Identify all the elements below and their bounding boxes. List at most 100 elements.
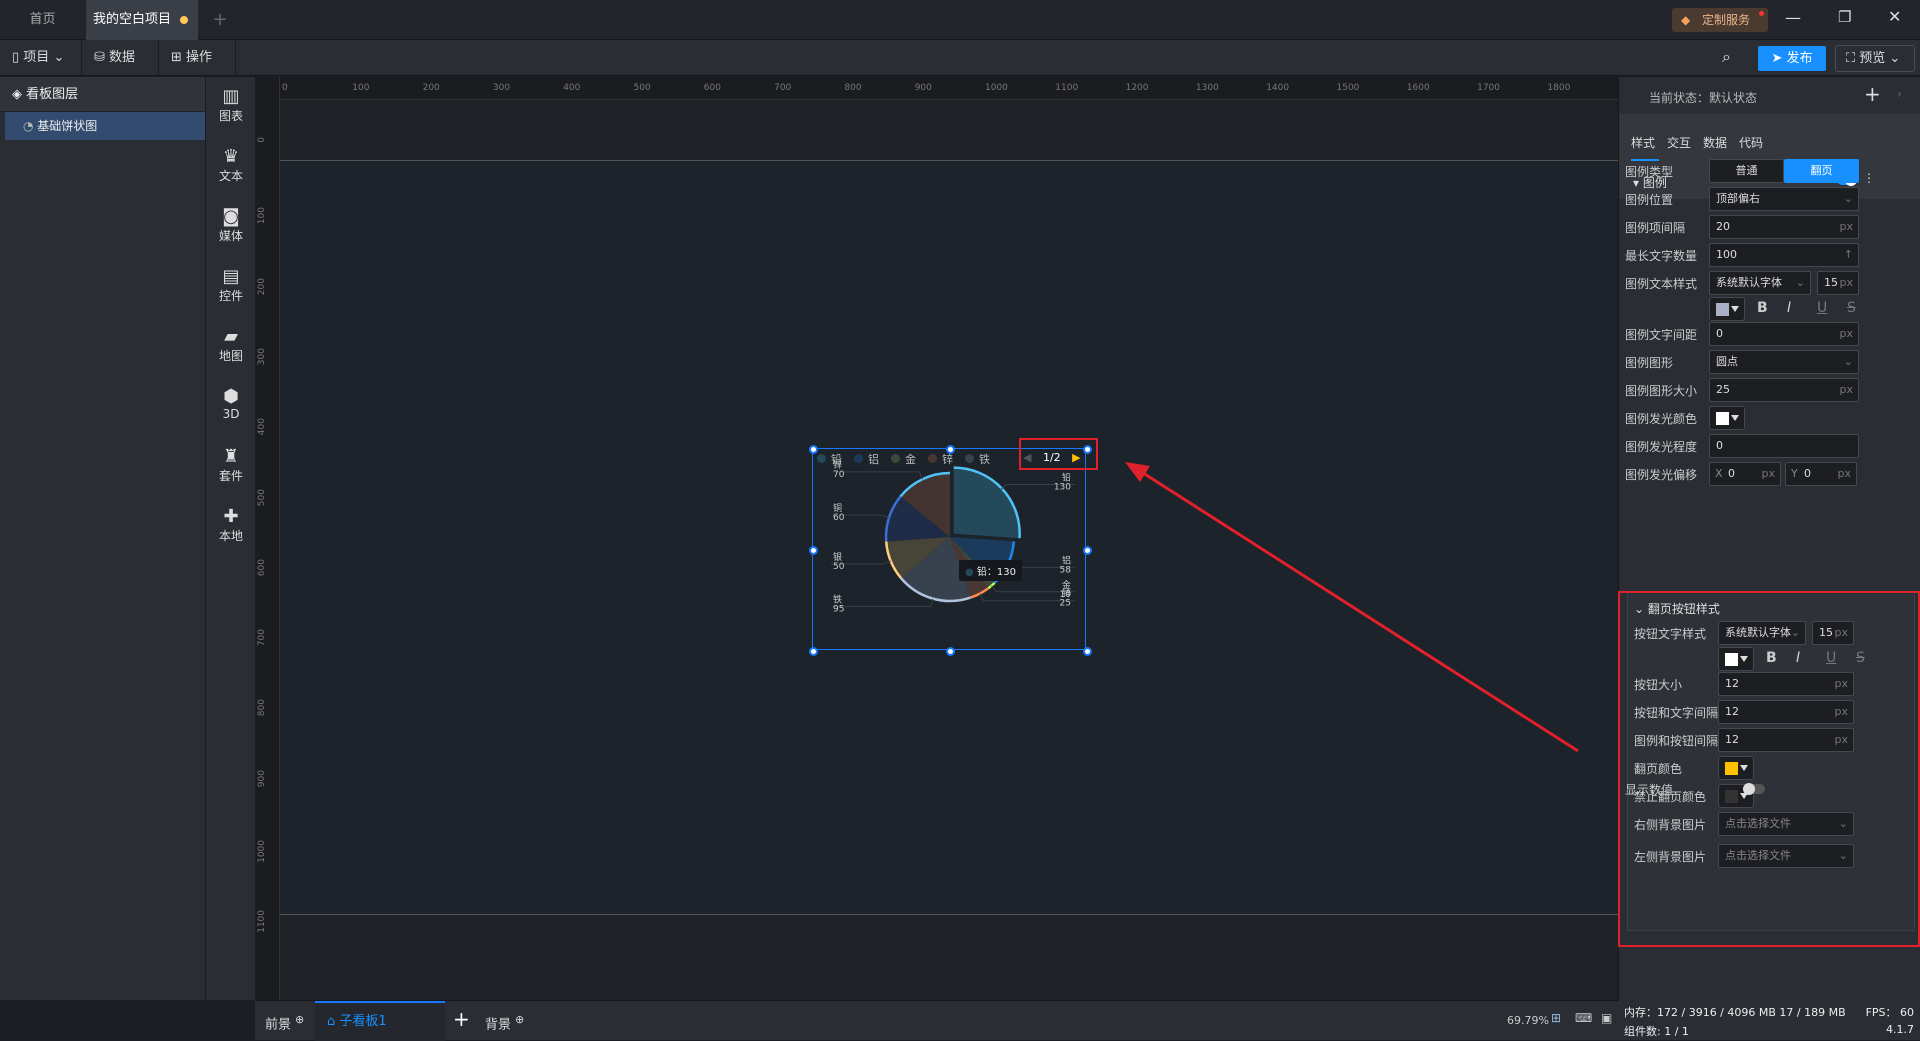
- prop-label: 图例项间隔: [1625, 221, 1686, 235]
- layer-item[interactable]: ◔ 基础饼状图: [5, 112, 205, 140]
- chevron-down-icon: ⌄: [1843, 192, 1853, 205]
- component-crown[interactable]: ♛ 文本: [206, 147, 256, 184]
- font-select[interactable]: 系统默认字体 ⌄: [1709, 271, 1811, 295]
- text-color-picker[interactable]: [1709, 297, 1745, 321]
- prop-label: 图例文字间距: [1625, 328, 1698, 342]
- slice-label: 铅 130: [1054, 472, 1071, 493]
- publish-button[interactable]: ➤ 发布: [1758, 46, 1826, 71]
- file-select[interactable]: 点击选择文件 ⌄: [1718, 812, 1854, 836]
- menu-data[interactable]: ⛁ 数据 ⌄: [82, 40, 159, 101]
- terminal-icon[interactable]: ▣: [1601, 1011, 1612, 1025]
- grid-icon: ⊞: [171, 50, 187, 65]
- ruler-tick-label: 1500: [1336, 83, 1360, 93]
- text: 项目: [23, 50, 50, 65]
- component-map[interactable]: ▰ 地图: [206, 327, 256, 364]
- panel-tab-0[interactable]: 样式: [1631, 134, 1655, 151]
- component-camera[interactable]: ◙ 媒体: [206, 207, 256, 244]
- underline-icon[interactable]: U: [1826, 650, 1836, 666]
- add-board-button[interactable]: +: [453, 1007, 470, 1031]
- pager-section-header[interactable]: ⌄ 翻页按钮样式: [1634, 600, 1720, 617]
- left-ruler[interactable]: 0 100 200 300 400 500 600 700 800 900 1000 1100: [255, 77, 280, 1000]
- background-tab[interactable]: 背景 ⊕: [485, 1013, 524, 1032]
- tab-home[interactable]: 首页: [0, 0, 85, 40]
- minimize-button[interactable]: —: [1785, 8, 1801, 27]
- tab-project[interactable]: 我的空白项目: [86, 0, 198, 40]
- bar-chart-icon: ▥: [222, 86, 240, 107]
- italic-icon[interactable]: I: [1796, 650, 1800, 666]
- component-bar-chart[interactable]: ▥ 图表: [206, 87, 256, 124]
- prop-label: 右侧背景图片: [1634, 818, 1707, 832]
- value-input[interactable]: 25 px: [1709, 378, 1859, 402]
- crown-icon: ♛: [222, 146, 240, 167]
- foreground-tab[interactable]: 前景 ⊕: [265, 1013, 304, 1032]
- value-input[interactable]: 0: [1709, 434, 1859, 458]
- preview-button[interactable]: ⛶ 预览 ⌄: [1835, 45, 1915, 72]
- font-select[interactable]: 系统默认字体 ⌄: [1718, 621, 1806, 645]
- value-input[interactable]: 0 px: [1709, 322, 1859, 346]
- board-tab-1[interactable]: ⌂ 子看板1: [315, 1001, 445, 1041]
- prop-label: 最长文字数量: [1625, 249, 1698, 263]
- close-button[interactable]: ✕: [1888, 7, 1901, 26]
- text: 0: [1716, 327, 1723, 340]
- panel-tab-1[interactable]: 交互: [1667, 134, 1691, 151]
- panel-tab-2[interactable]: 数据: [1703, 134, 1727, 151]
- text: 0: [1804, 467, 1811, 480]
- legend-type-option-1[interactable]: 翻页: [1784, 159, 1859, 183]
- strikethrough-icon[interactable]: S: [1847, 300, 1856, 316]
- component-puzzle[interactable]: ✚ 本地: [206, 507, 256, 544]
- select-dropdown[interactable]: 圆点 ⌄: [1709, 350, 1859, 374]
- new-tab-button[interactable]: +: [205, 0, 235, 40]
- select-dropdown[interactable]: 顶部偏右 ⌄: [1709, 187, 1859, 211]
- text: 100: [1716, 248, 1737, 261]
- properties-panel: 当前状态：默认状态 + › 样式 交互 数据 代码 ▾ 图例 ⋮ 图例类型 普通 翻页 图例…: [1618, 77, 1920, 1000]
- value-input[interactable]: 20 px: [1709, 215, 1859, 239]
- value-input[interactable]: 100 ↑: [1709, 243, 1859, 267]
- text: 顶部偏右: [1716, 192, 1760, 205]
- prop-label: 按钮大小: [1634, 678, 1683, 692]
- underline-icon[interactable]: U: [1817, 300, 1827, 316]
- font-size-input[interactable]: 15 px: [1817, 271, 1859, 295]
- restore-button[interactable]: ❐: [1838, 8, 1851, 26]
- ruler-tick-label: 300: [257, 347, 267, 366]
- menu-operation[interactable]: ⊞ 操作 ⌄: [159, 40, 236, 101]
- top-ruler[interactable]: 0 100 200 300 400 500 600 700 800 900 1000 1100 1200…: [255, 77, 1641, 100]
- prop-row: 图例发光程度 0: [1625, 434, 1915, 458]
- legend-type-option-0[interactable]: 普通: [1709, 159, 1784, 183]
- font-size-input[interactable]: 15 px: [1812, 621, 1854, 645]
- italic-icon[interactable]: I: [1787, 300, 1791, 316]
- keyboard-icon[interactable]: ⌨: [1575, 1011, 1592, 1025]
- value-input[interactable]: 12 px: [1718, 700, 1854, 724]
- text-color-picker[interactable]: [1718, 647, 1754, 671]
- color-picker[interactable]: [1709, 406, 1745, 430]
- value-input[interactable]: 12 px: [1718, 728, 1854, 752]
- fit-screen-icon[interactable]: ⊞: [1551, 1011, 1561, 1025]
- strikethrough-icon[interactable]: S: [1856, 650, 1865, 666]
- x-offset-input[interactable]: X 0 px: [1709, 462, 1781, 486]
- chevron-down-icon: ⌄: [1790, 626, 1800, 639]
- panel-tab-3[interactable]: 代码: [1739, 134, 1763, 151]
- bold-icon[interactable]: B: [1757, 300, 1768, 316]
- add-state-button[interactable]: +: [1864, 82, 1881, 106]
- y-offset-input[interactable]: Y 0 px: [1785, 462, 1857, 486]
- text: px: [1761, 467, 1776, 480]
- component-shirt[interactable]: ♜ 套件: [206, 447, 256, 484]
- bold-icon[interactable]: B: [1766, 650, 1777, 666]
- slice-label: 银 50: [833, 551, 845, 572]
- component-list[interactable]: ▤ 控件: [206, 267, 256, 304]
- show-value-toggle[interactable]: [1743, 783, 1765, 795]
- file-select[interactable]: 点击选择文件 ⌄: [1718, 844, 1854, 868]
- menu-project[interactable]: ▯ 项目 ⌄: [0, 40, 82, 76]
- pie-chart-widget[interactable]: 铅铝金锌铁 ◀ 1/2 ▶ 铅 130 铝 58 金 10 锌 25 铁 95 银 50 铜 60 锌 70 …: [809, 445, 1092, 656]
- prop-row: 左侧背景图片 点击选择文件 ⌄: [1634, 844, 1920, 868]
- custom-service-button[interactable]: ◆ 定制服务: [1672, 8, 1768, 32]
- value-input[interactable]: 12 px: [1718, 672, 1854, 696]
- prop-label: 图例图形大小: [1625, 384, 1698, 398]
- ruler-tick-label: 600: [703, 83, 721, 93]
- chevron-right-icon[interactable]: ›: [1897, 87, 1902, 101]
- component-cube[interactable]: ⬢ 3D: [206, 387, 256, 422]
- chevron-down-icon: ⌄: [1795, 276, 1805, 289]
- ruler-tick-label: 1100: [1055, 83, 1079, 93]
- pie-slice-0[interactable]: [953, 467, 1020, 539]
- search-icon[interactable]: ⌕: [1722, 47, 1731, 67]
- zoom-level[interactable]: 69.79%: [1507, 1014, 1549, 1027]
